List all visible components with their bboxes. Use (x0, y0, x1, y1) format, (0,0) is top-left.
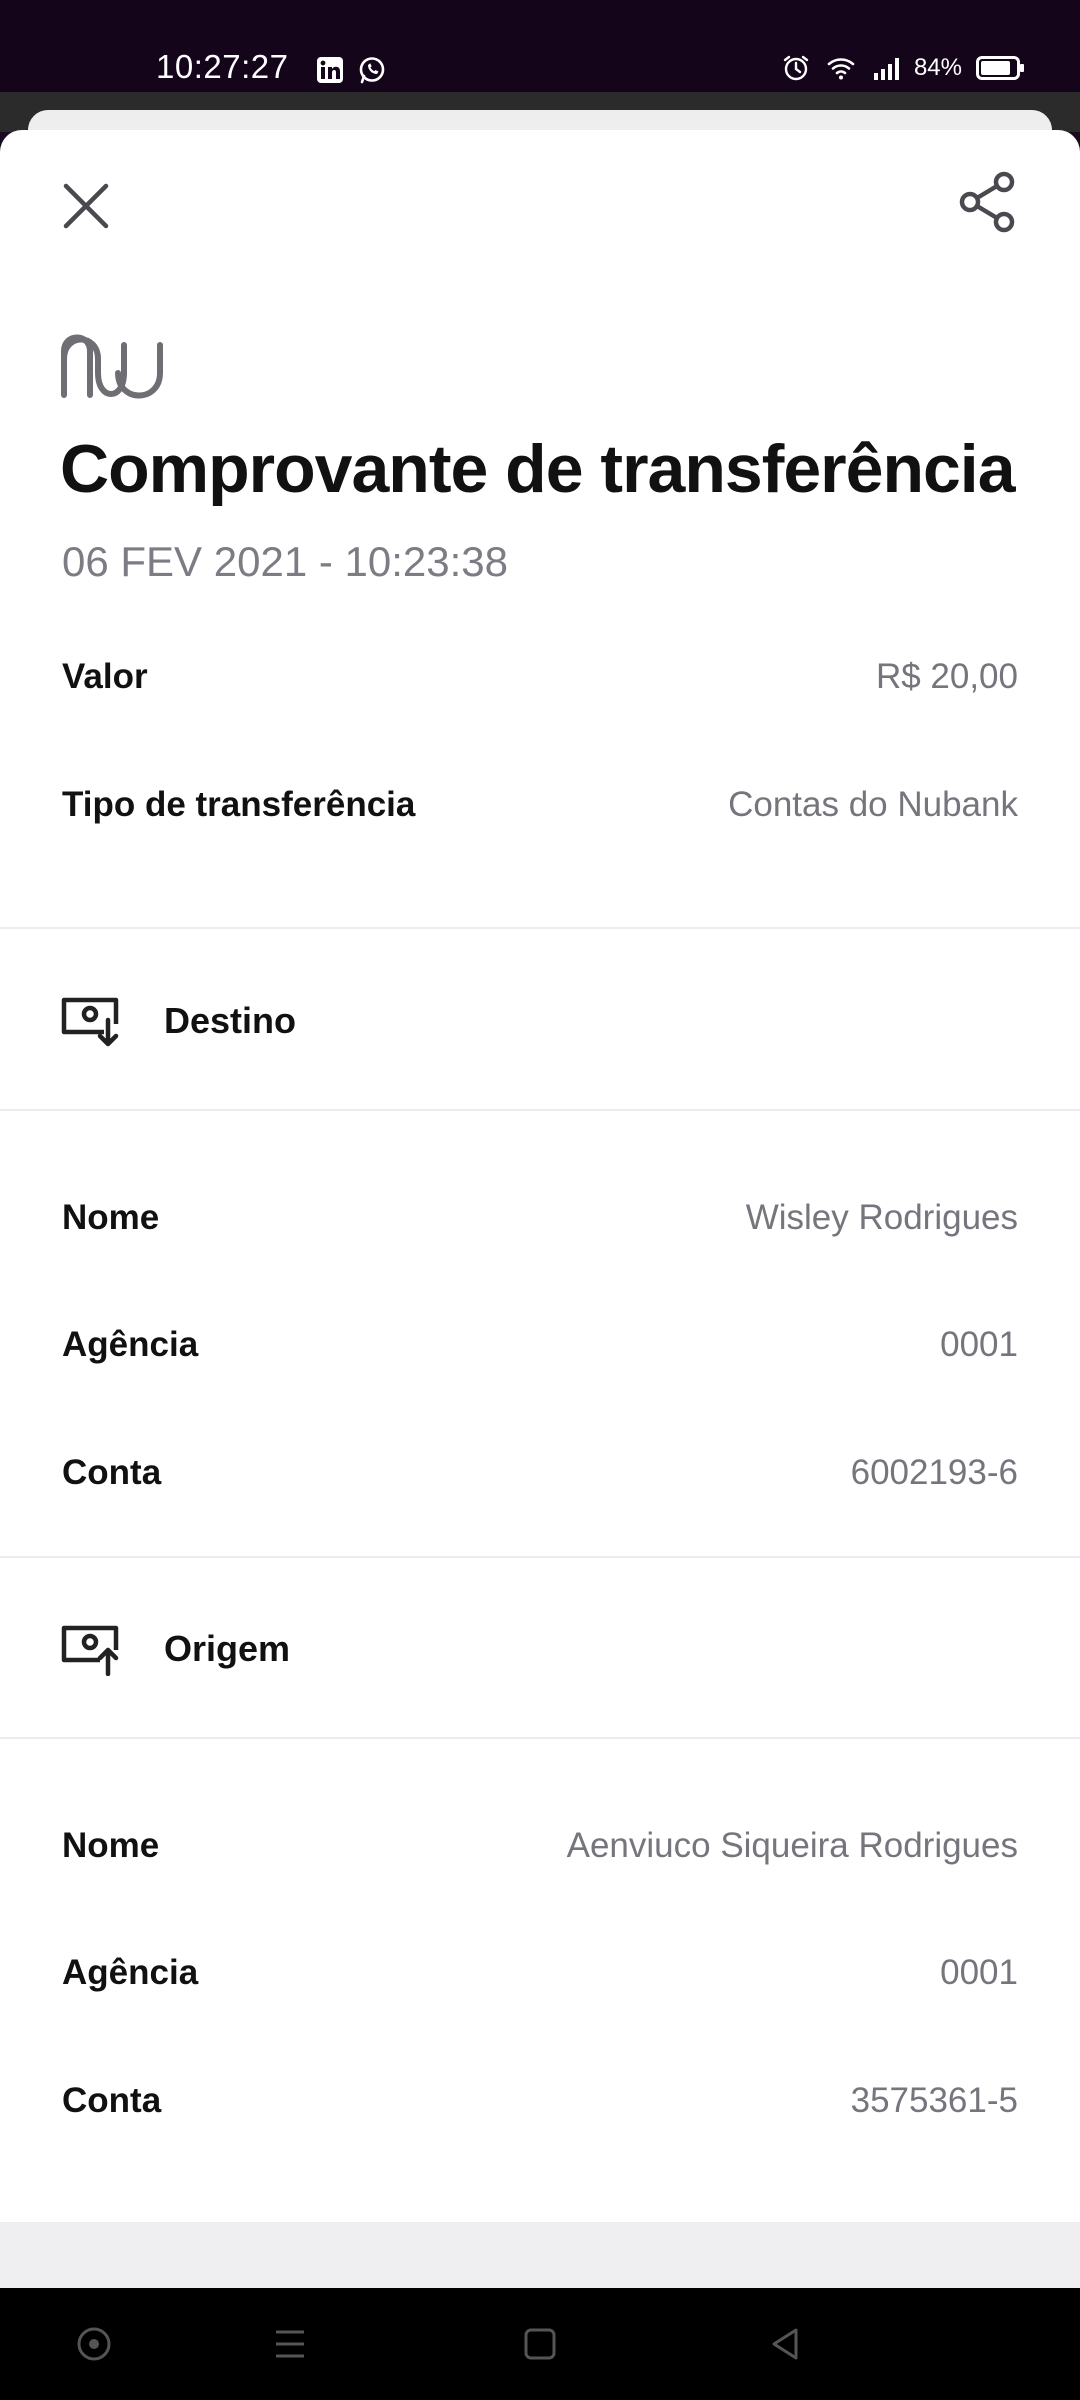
type-label: Tipo de transferência (62, 785, 416, 824)
divider (0, 1737, 1080, 1739)
destino-agencia-value: 0001 (940, 1325, 1018, 1364)
assistant-icon[interactable] (72, 2322, 116, 2366)
destino-conta-row: Conta 6002193-6 (0, 1433, 1080, 1513)
value-row: Valor R$ 20,00 (0, 637, 1080, 717)
destino-agencia-label: Agência (62, 1325, 199, 1364)
origem-agencia-value: 0001 (940, 1953, 1018, 1992)
origem-conta-row: Conta 3575361-5 (0, 2061, 1080, 2141)
destino-conta-label: Conta (62, 1453, 162, 1492)
money-out-icon (61, 1625, 119, 1676)
divider (0, 927, 1080, 929)
status-time: 10:27:27 (156, 48, 289, 85)
destino-nome-row: Nome Wisley Rodrigues (0, 1178, 1080, 1258)
destino-nome-label: Nome (62, 1198, 160, 1237)
origem-nome-value: Aenviuco Siqueira Rodrigues (566, 1826, 1018, 1865)
status-bar: 10:27:27 84% (0, 0, 1080, 92)
wifi-icon (827, 58, 855, 80)
divider (0, 1556, 1080, 1558)
receipt-sheet: Comprovante de transferência 06 FEV 2021… (0, 130, 1080, 2285)
close-icon[interactable] (56, 176, 116, 236)
destino-header: Destino (0, 976, 1080, 1066)
nu-logo (61, 334, 163, 399)
origem-conta-label: Conta (62, 2081, 162, 2120)
alarm-icon (783, 55, 809, 81)
origem-header: Origem (0, 1604, 1080, 1694)
page-title: Comprovante de transferência (60, 431, 1016, 507)
status-right: 84% (782, 54, 1024, 82)
destino-nome-value: Wisley Rodrigues (745, 1198, 1018, 1237)
value-label: Valor (62, 657, 148, 696)
sheet-footer (0, 2222, 1080, 2288)
signal-icon (873, 58, 899, 80)
type-value: Contas do Nubank (728, 785, 1018, 824)
system-nav-bar (0, 2288, 1080, 2400)
battery-fill (981, 61, 1010, 75)
divider (0, 1109, 1080, 1111)
origem-agencia-row: Agência 0001 (0, 1933, 1080, 2013)
destino-agencia-row: Agência 0001 (0, 1305, 1080, 1385)
battery-percent: 84% (913, 54, 962, 81)
battery-icon (976, 56, 1024, 80)
origem-title: Origem (164, 1628, 291, 1669)
value-amount: R$ 20,00 (875, 657, 1018, 696)
transfer-datetime: 06 FEV 2021 - 10:23:38 (62, 538, 508, 585)
destino-title: Destino (164, 1000, 297, 1041)
back-icon[interactable] (764, 2322, 808, 2366)
share-icon[interactable] (956, 170, 1020, 234)
home-icon[interactable] (518, 2322, 562, 2366)
origem-nome-row: Nome Aenviuco Siqueira Rodrigues (0, 1806, 1080, 1886)
whatsapp-icon (359, 57, 385, 84)
origem-conta-value: 3575361-5 (850, 2081, 1018, 2120)
menu-icon[interactable] (268, 2322, 312, 2366)
linkedin-icon (317, 57, 343, 83)
destino-conta-value: 6002193-6 (850, 1453, 1018, 1492)
origem-agencia-label: Agência (62, 1953, 199, 1992)
origem-nome-label: Nome (62, 1826, 160, 1865)
notification-icons (316, 56, 386, 84)
money-in-icon (61, 997, 119, 1047)
type-row: Tipo de transferência Contas do Nubank (0, 765, 1080, 845)
